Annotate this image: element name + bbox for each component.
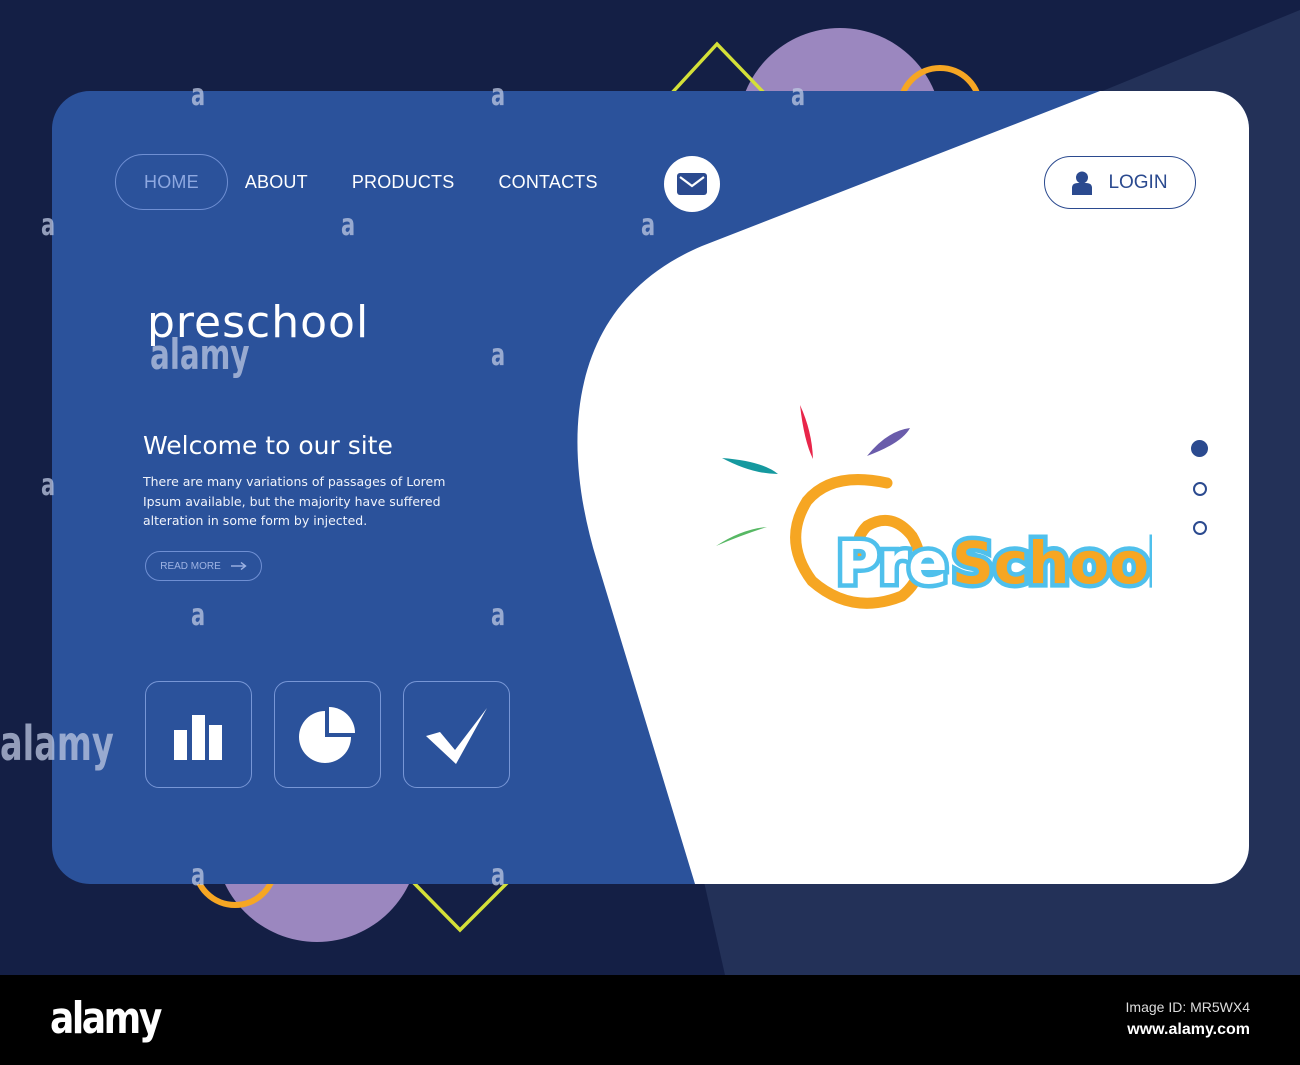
watermark-text: alamy bbox=[150, 330, 250, 379]
slider-dot-2[interactable] bbox=[1193, 482, 1207, 496]
checkmark-icon bbox=[425, 707, 487, 764]
logo-ray-teal bbox=[722, 458, 778, 474]
arrow-right-icon bbox=[230, 562, 247, 570]
logo-ray-purple bbox=[867, 428, 910, 456]
feature-bar-chart-button[interactable] bbox=[145, 681, 252, 788]
watermark-letter: a bbox=[41, 208, 56, 243]
slider-pagination bbox=[1191, 440, 1208, 560]
footer-image-id: Image ID: MR5WX4 bbox=[1125, 999, 1250, 1015]
login-button[interactable]: LOGIN bbox=[1044, 156, 1196, 209]
watermark-letter: a bbox=[41, 468, 56, 503]
footer-brand-logo: alamy bbox=[50, 993, 162, 1044]
slider-dot-1[interactable] bbox=[1191, 440, 1208, 457]
hero-description: There are many variations of passages of… bbox=[143, 474, 446, 528]
nav-home[interactable]: HOME bbox=[115, 154, 228, 210]
read-more-label: READ MORE bbox=[160, 560, 221, 572]
watermark-letter: a bbox=[791, 78, 806, 113]
login-label: LOGIN bbox=[1108, 171, 1168, 193]
bar-chart-icon bbox=[173, 714, 222, 760]
watermark-letter: a bbox=[491, 598, 506, 633]
watermark-letter: a bbox=[341, 208, 356, 243]
feature-pie-chart-button[interactable] bbox=[274, 681, 381, 788]
footer-bar: alamy Image ID: MR5WX4 www.alamy.com bbox=[0, 975, 1300, 1065]
preschool-logo: Pre School bbox=[712, 401, 1174, 621]
nav-contacts[interactable]: CONTACTS bbox=[498, 155, 597, 209]
read-more-button[interactable]: READ MORE bbox=[145, 551, 262, 581]
user-icon bbox=[1072, 171, 1093, 195]
watermark-letter: a bbox=[491, 858, 506, 893]
slider-dot-3[interactable] bbox=[1193, 521, 1207, 535]
logo-ray-red bbox=[800, 405, 813, 459]
logo-text-pre: Pre bbox=[837, 529, 947, 597]
watermark-text: alamy bbox=[0, 716, 114, 772]
watermark-letter: a bbox=[491, 338, 506, 373]
mail-button[interactable] bbox=[664, 156, 720, 212]
footer-url: www.alamy.com bbox=[1127, 1021, 1250, 1038]
pie-chart-icon bbox=[298, 706, 355, 763]
envelope-icon bbox=[677, 173, 707, 195]
feature-check-button[interactable] bbox=[403, 681, 510, 788]
watermark-letter: a bbox=[191, 78, 206, 113]
logo-ray-green bbox=[716, 527, 767, 546]
watermark-letter: a bbox=[191, 858, 206, 893]
main-nav: HOME ABOUT PRODUCTS CONTACTS bbox=[115, 154, 642, 210]
watermark-letter: a bbox=[641, 208, 656, 243]
nav-products[interactable]: PRODUCTS bbox=[352, 155, 455, 209]
logo-text-school: School bbox=[952, 529, 1152, 597]
watermark-letter: a bbox=[491, 78, 506, 113]
welcome-heading: Welcome to our site bbox=[143, 431, 393, 460]
watermark-letter: a bbox=[191, 598, 206, 633]
nav-about[interactable]: ABOUT bbox=[245, 155, 308, 209]
